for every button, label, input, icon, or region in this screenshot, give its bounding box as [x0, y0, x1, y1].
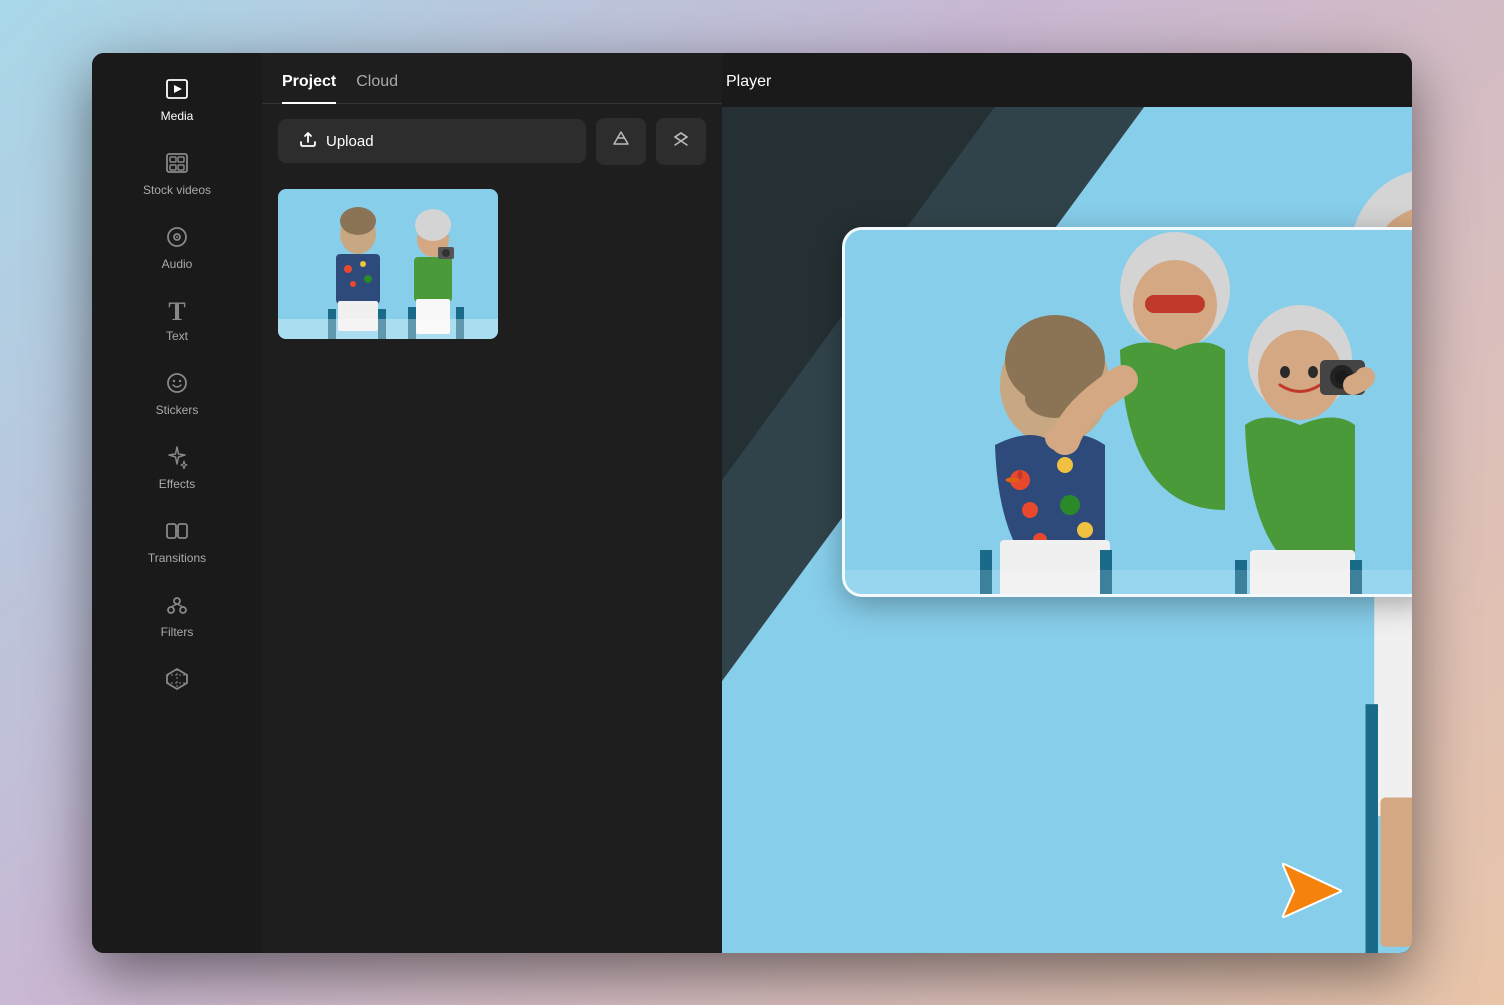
sidebar-item-audio[interactable]: Audio: [92, 213, 262, 283]
audio-icon: [165, 225, 189, 253]
3d-icon: [165, 667, 189, 695]
featured-card: [842, 227, 1412, 597]
tab-project[interactable]: Project: [282, 73, 336, 103]
panel-toolbar: Upload: [262, 104, 722, 179]
stock-videos-icon: [165, 151, 189, 179]
sidebar-item-text[interactable]: T Text: [92, 287, 262, 355]
transitions-icon: [165, 519, 189, 547]
stickers-icon: [165, 371, 189, 399]
tab-cloud[interactable]: Cloud: [356, 73, 398, 103]
panel-tabs: Project Cloud: [262, 53, 722, 104]
player-header: Player: [702, 53, 1412, 107]
player-label: Player: [726, 73, 771, 90]
sidebar-label-stock: Stock videos: [143, 183, 211, 197]
google-drive-button[interactable]: [596, 118, 646, 165]
sidebar-label-text: Text: [166, 329, 188, 343]
sidebar-item-media[interactable]: Media: [92, 65, 262, 135]
sidebar-item-effects[interactable]: Effects: [92, 433, 262, 503]
main-content: Project Cloud Upload: [262, 53, 1412, 953]
filters-icon: [165, 593, 189, 621]
sidebar-label-audio: Audio: [162, 257, 193, 271]
media-icon: [165, 77, 189, 105]
text-icon: T: [168, 299, 185, 325]
upload-button[interactable]: Upload: [278, 119, 586, 163]
sidebar-item-stickers[interactable]: Stickers: [92, 359, 262, 429]
sidebar-item-filters[interactable]: Filters: [92, 581, 262, 651]
upload-label: Upload: [326, 133, 374, 150]
media-thumbnail[interactable]: [278, 189, 498, 339]
featured-card-scene: [845, 230, 1412, 597]
dropbox-button[interactable]: [656, 118, 706, 165]
cursor-icon: [1282, 863, 1342, 918]
media-panel: Project Cloud Upload: [262, 53, 722, 953]
sidebar-label-media: Media: [161, 109, 194, 123]
sidebar-label-filters: Filters: [161, 625, 194, 639]
panel-media-grid: [262, 179, 722, 953]
sidebar-item-stock-videos[interactable]: Stock videos: [92, 139, 262, 209]
sidebar-label-effects: Effects: [159, 477, 195, 491]
player-viewport: [702, 107, 1412, 953]
app-window: Media Stock videos: [92, 53, 1412, 953]
sidebar-item-transitions[interactable]: Transitions: [92, 507, 262, 577]
sidebar: Media Stock videos: [92, 53, 262, 953]
player-section: Player: [702, 53, 1412, 953]
sidebar-item-3d[interactable]: [92, 655, 262, 711]
sidebar-label-stickers: Stickers: [156, 403, 199, 417]
sidebar-label-transitions: Transitions: [148, 551, 206, 565]
effects-icon: [165, 445, 189, 473]
upload-icon: [298, 129, 318, 153]
